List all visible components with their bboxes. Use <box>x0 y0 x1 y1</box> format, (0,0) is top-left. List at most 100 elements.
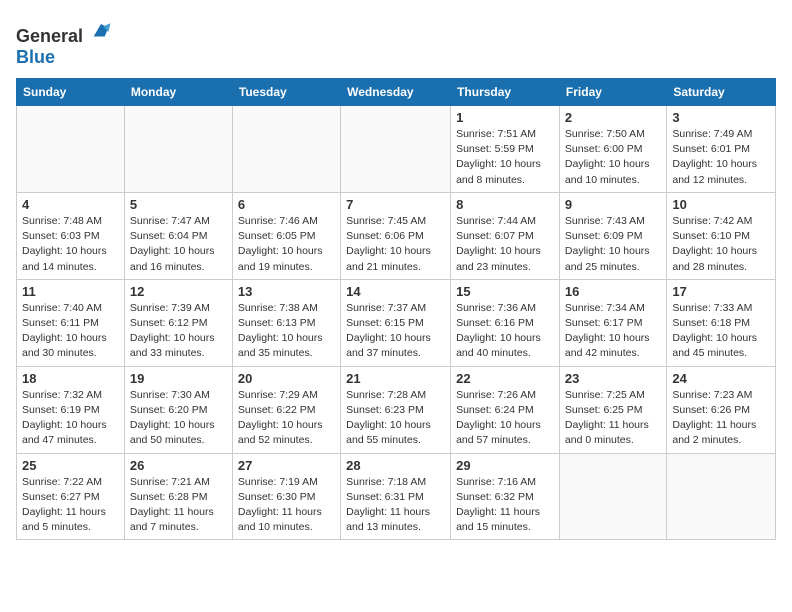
day-info: Sunrise: 7:23 AM Sunset: 6:26 PM Dayligh… <box>672 388 770 449</box>
day-number: 28 <box>346 458 445 473</box>
day-number: 13 <box>238 284 335 299</box>
day-number: 22 <box>456 371 554 386</box>
day-info: Sunrise: 7:30 AM Sunset: 6:20 PM Dayligh… <box>130 388 227 449</box>
day-info: Sunrise: 7:19 AM Sunset: 6:30 PM Dayligh… <box>238 475 335 536</box>
calendar-cell: 22 Sunrise: 7:26 AM Sunset: 6:24 PM Dayli… <box>451 366 560 453</box>
calendar-cell: 4 Sunrise: 7:48 AM Sunset: 6:03 PM Daylig… <box>17 192 125 279</box>
calendar-cell: 10 Sunrise: 7:42 AM Sunset: 6:10 PM Dayli… <box>667 192 776 279</box>
day-number: 20 <box>238 371 335 386</box>
calendar-cell: 5 Sunrise: 7:47 AM Sunset: 6:04 PM Daylig… <box>124 192 232 279</box>
day-number: 7 <box>346 197 445 212</box>
day-number: 6 <box>238 197 335 212</box>
calendar-week-row: 25 Sunrise: 7:22 AM Sunset: 6:27 PM Dayli… <box>17 453 776 540</box>
day-number: 18 <box>22 371 119 386</box>
day-info: Sunrise: 7:26 AM Sunset: 6:24 PM Dayligh… <box>456 388 554 449</box>
day-info: Sunrise: 7:18 AM Sunset: 6:31 PM Dayligh… <box>346 475 445 536</box>
day-info: Sunrise: 7:44 AM Sunset: 6:07 PM Dayligh… <box>456 214 554 275</box>
day-info: Sunrise: 7:42 AM Sunset: 6:10 PM Dayligh… <box>672 214 770 275</box>
calendar-cell <box>232 106 340 193</box>
calendar-cell: 26 Sunrise: 7:21 AM Sunset: 6:28 PM Dayli… <box>124 453 232 540</box>
calendar-cell: 29 Sunrise: 7:16 AM Sunset: 6:32 PM Dayli… <box>451 453 560 540</box>
calendar-cell: 13 Sunrise: 7:38 AM Sunset: 6:13 PM Dayli… <box>232 279 340 366</box>
calendar-cell: 11 Sunrise: 7:40 AM Sunset: 6:11 PM Dayli… <box>17 279 125 366</box>
day-number: 27 <box>238 458 335 473</box>
weekday-header-wednesday: Wednesday <box>341 79 451 106</box>
day-info: Sunrise: 7:25 AM Sunset: 6:25 PM Dayligh… <box>565 388 661 449</box>
calendar-cell: 20 Sunrise: 7:29 AM Sunset: 6:22 PM Dayli… <box>232 366 340 453</box>
day-info: Sunrise: 7:22 AM Sunset: 6:27 PM Dayligh… <box>22 475 119 536</box>
day-number: 21 <box>346 371 445 386</box>
day-number: 12 <box>130 284 227 299</box>
calendar-cell: 14 Sunrise: 7:37 AM Sunset: 6:15 PM Dayli… <box>341 279 451 366</box>
day-info: Sunrise: 7:16 AM Sunset: 6:32 PM Dayligh… <box>456 475 554 536</box>
calendar-cell: 1 Sunrise: 7:51 AM Sunset: 5:59 PM Daylig… <box>451 106 560 193</box>
day-number: 4 <box>22 197 119 212</box>
day-info: Sunrise: 7:49 AM Sunset: 6:01 PM Dayligh… <box>672 127 770 188</box>
calendar-table: SundayMondayTuesdayWednesdayThursdayFrid… <box>16 78 776 540</box>
calendar-cell: 27 Sunrise: 7:19 AM Sunset: 6:30 PM Dayli… <box>232 453 340 540</box>
calendar-week-row: 1 Sunrise: 7:51 AM Sunset: 5:59 PM Daylig… <box>17 106 776 193</box>
logo-icon <box>90 20 112 42</box>
calendar-cell <box>667 453 776 540</box>
day-info: Sunrise: 7:32 AM Sunset: 6:19 PM Dayligh… <box>22 388 119 449</box>
day-number: 11 <box>22 284 119 299</box>
day-info: Sunrise: 7:47 AM Sunset: 6:04 PM Dayligh… <box>130 214 227 275</box>
day-number: 23 <box>565 371 661 386</box>
calendar-cell: 2Sunrise: 7:50 AM Sunset: 6:00 PM Daylig… <box>559 106 666 193</box>
day-info: Sunrise: 7:48 AM Sunset: 6:03 PM Dayligh… <box>22 214 119 275</box>
calendar-cell: 12 Sunrise: 7:39 AM Sunset: 6:12 PM Dayli… <box>124 279 232 366</box>
day-info: Sunrise: 7:29 AM Sunset: 6:22 PM Dayligh… <box>238 388 335 449</box>
calendar-cell: 25 Sunrise: 7:22 AM Sunset: 6:27 PM Dayli… <box>17 453 125 540</box>
day-info: Sunrise: 7:43 AM Sunset: 6:09 PM Dayligh… <box>565 214 661 275</box>
calendar-week-row: 11 Sunrise: 7:40 AM Sunset: 6:11 PM Dayli… <box>17 279 776 366</box>
day-number: 3 <box>672 110 770 125</box>
calendar-cell <box>559 453 666 540</box>
day-number: 14 <box>346 284 445 299</box>
day-number: 19 <box>130 371 227 386</box>
day-number: 8 <box>456 197 554 212</box>
weekday-header-sunday: Sunday <box>17 79 125 106</box>
calendar-cell: 3 Sunrise: 7:49 AM Sunset: 6:01 PM Daylig… <box>667 106 776 193</box>
calendar-cell: 23 Sunrise: 7:25 AM Sunset: 6:25 PM Dayli… <box>559 366 666 453</box>
day-info: Sunrise: 7:34 AM Sunset: 6:17 PM Dayligh… <box>565 301 661 362</box>
day-number: 26 <box>130 458 227 473</box>
day-number: 17 <box>672 284 770 299</box>
weekday-header-row: SundayMondayTuesdayWednesdayThursdayFrid… <box>17 79 776 106</box>
calendar-week-row: 18 Sunrise: 7:32 AM Sunset: 6:19 PM Dayli… <box>17 366 776 453</box>
weekday-header-thursday: Thursday <box>451 79 560 106</box>
day-number: 1 <box>456 110 554 125</box>
weekday-header-saturday: Saturday <box>667 79 776 106</box>
day-number: 2 <box>565 110 661 125</box>
weekday-header-tuesday: Tuesday <box>232 79 340 106</box>
calendar-cell: 19 Sunrise: 7:30 AM Sunset: 6:20 PM Dayli… <box>124 366 232 453</box>
logo: General Blue <box>16 20 112 68</box>
day-number: 15 <box>456 284 554 299</box>
calendar-cell: 8 Sunrise: 7:44 AM Sunset: 6:07 PM Daylig… <box>451 192 560 279</box>
header: General Blue <box>16 16 776 68</box>
calendar-week-row: 4 Sunrise: 7:48 AM Sunset: 6:03 PM Daylig… <box>17 192 776 279</box>
day-number: 10 <box>672 197 770 212</box>
day-number: 5 <box>130 197 227 212</box>
day-number: 29 <box>456 458 554 473</box>
calendar-cell: 28 Sunrise: 7:18 AM Sunset: 6:31 PM Dayli… <box>341 453 451 540</box>
calendar-cell: 7Sunrise: 7:45 AM Sunset: 6:06 PM Daylig… <box>341 192 451 279</box>
logo-text-general: General <box>16 26 83 46</box>
day-number: 24 <box>672 371 770 386</box>
day-number: 16 <box>565 284 661 299</box>
day-info: Sunrise: 7:21 AM Sunset: 6:28 PM Dayligh… <box>130 475 227 536</box>
day-info: Sunrise: 7:33 AM Sunset: 6:18 PM Dayligh… <box>672 301 770 362</box>
calendar-cell: 16 Sunrise: 7:34 AM Sunset: 6:17 PM Dayli… <box>559 279 666 366</box>
calendar-cell: 6Sunrise: 7:46 AM Sunset: 6:05 PM Daylig… <box>232 192 340 279</box>
logo-text-blue: Blue <box>16 47 55 67</box>
day-info: Sunrise: 7:40 AM Sunset: 6:11 PM Dayligh… <box>22 301 119 362</box>
day-info: Sunrise: 7:38 AM Sunset: 6:13 PM Dayligh… <box>238 301 335 362</box>
weekday-header-monday: Monday <box>124 79 232 106</box>
calendar-cell <box>17 106 125 193</box>
calendar-cell: 21Sunrise: 7:28 AM Sunset: 6:23 PM Dayli… <box>341 366 451 453</box>
calendar-cell: 9 Sunrise: 7:43 AM Sunset: 6:09 PM Daylig… <box>559 192 666 279</box>
day-info: Sunrise: 7:51 AM Sunset: 5:59 PM Dayligh… <box>456 127 554 188</box>
day-number: 25 <box>22 458 119 473</box>
day-number: 9 <box>565 197 661 212</box>
day-info: Sunrise: 7:39 AM Sunset: 6:12 PM Dayligh… <box>130 301 227 362</box>
day-info: Sunrise: 7:37 AM Sunset: 6:15 PM Dayligh… <box>346 301 445 362</box>
